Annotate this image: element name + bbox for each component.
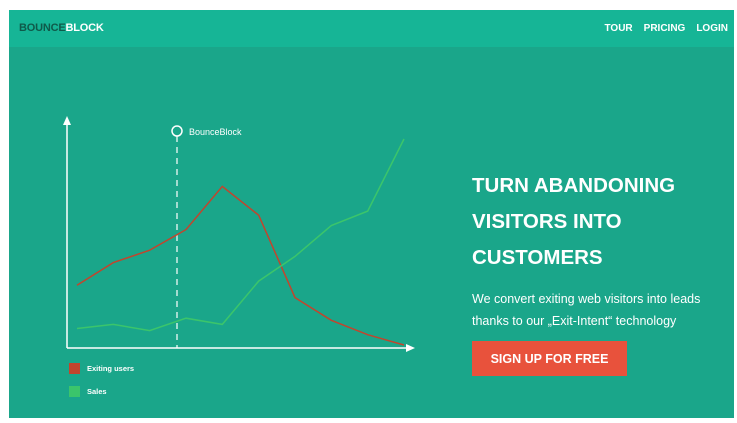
bounceblock-marker-label: BounceBlock xyxy=(189,127,242,137)
bounceblock-marker-pin-icon xyxy=(171,125,183,137)
legend-label-sales: Sales xyxy=(87,386,107,396)
legend-item-exiting-users: Exiting users xyxy=(69,362,134,374)
headline-line-2: VISITORS INTO xyxy=(472,210,622,233)
hero-subtext: We convert exiting web visitors into lea… xyxy=(472,288,732,332)
hero-section: BOUNCEBLOCK TOUR PRICING LOGIN BounceBlo… xyxy=(9,10,734,418)
legend-label-exiting-users: Exiting users xyxy=(87,363,135,373)
signup-button[interactable]: SIGN UP FOR FREE xyxy=(472,341,627,376)
headline-line-1: TURN ABANDONING xyxy=(472,174,676,197)
legend-item-sales: Sales xyxy=(69,385,134,397)
chart-legend: Exiting users Sales xyxy=(69,362,134,408)
legend-swatch-exiting-users xyxy=(69,362,80,374)
series-line-sales xyxy=(76,138,405,332)
subtext-line-2: thanks to our „Exit-Intent“ technology xyxy=(472,314,677,328)
legend-swatch-sales xyxy=(69,385,80,397)
subtext-line-1: We convert exiting web visitors into lea… xyxy=(472,292,701,306)
y-axis-arrow-icon xyxy=(63,116,71,125)
series-line-exiting-users xyxy=(76,185,405,346)
x-axis-arrow-icon xyxy=(406,344,415,352)
hero-headline: TURN ABANDONING VISITORS INTO CUSTOMERS xyxy=(472,168,712,276)
headline-line-3: CUSTOMERS xyxy=(472,246,603,269)
